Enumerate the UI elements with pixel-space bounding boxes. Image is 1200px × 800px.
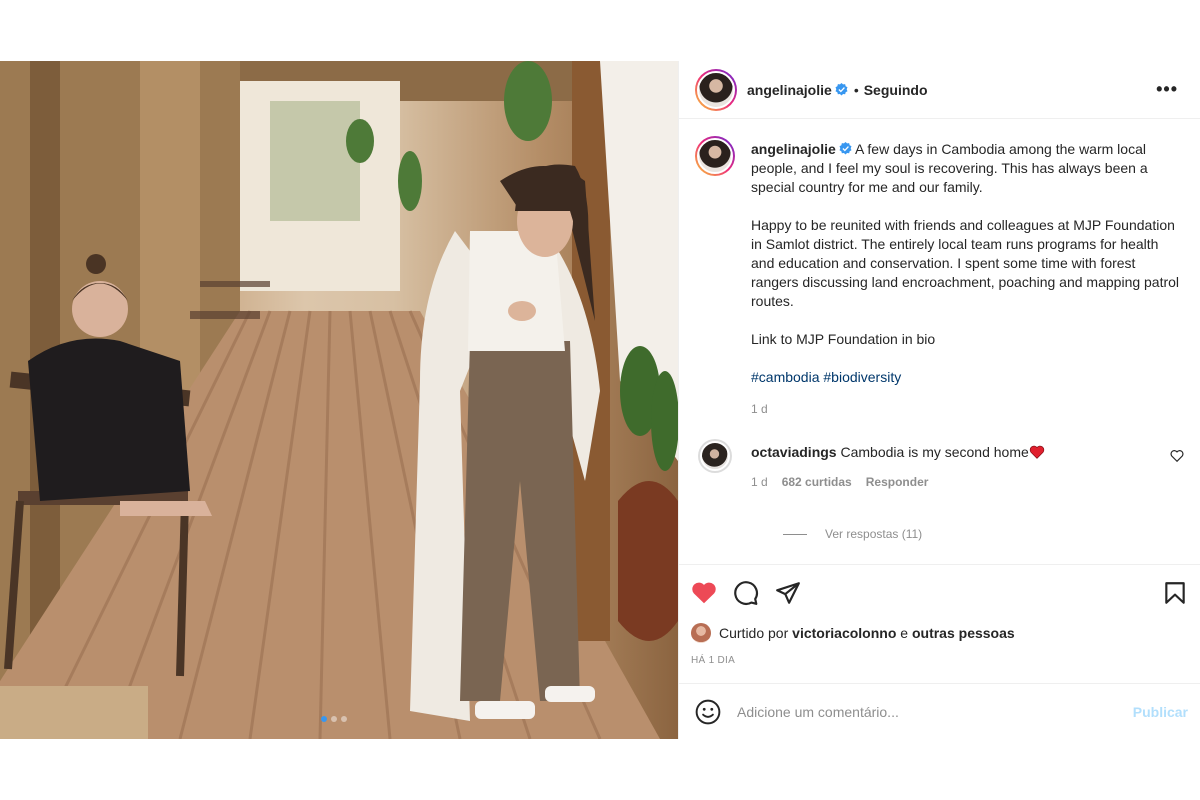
likes-summary: Curtido por victoriacolonno e outras pes… — [691, 623, 1188, 643]
post-actions: Curtido por victoriacolonno e outras pes… — [679, 564, 1200, 666]
post-header: angelinajolie • Seguindo ••• — [679, 61, 1200, 119]
commenter-avatar[interactable] — [698, 439, 732, 473]
caption-paragraph: Happy to be reunited with friends and co… — [751, 217, 1180, 309]
add-comment-bar: Publicar — [679, 683, 1200, 739]
comment-timestamp[interactable]: 1 d — [751, 473, 768, 491]
photo-illustration — [0, 61, 678, 739]
comment-likes-count[interactable]: 682 curtidas — [782, 473, 852, 491]
post-photo[interactable] — [0, 61, 678, 739]
author-avatar[interactable] — [695, 68, 737, 111]
view-replies-button[interactable]: Ver respostas (11) — [783, 527, 1184, 541]
likes-prefix: Curtido por — [719, 625, 789, 641]
liker-username[interactable]: victoriacolonno — [792, 625, 896, 641]
verified-badge-icon — [839, 142, 852, 155]
carousel-dot — [321, 716, 327, 722]
comment-item: octaviadings Cambodia is my second home … — [695, 439, 1184, 491]
more-options-icon[interactable]: ••• — [1150, 79, 1184, 100]
verified-badge-icon — [835, 83, 848, 96]
following-button[interactable]: Seguindo — [864, 82, 928, 98]
caption-author-username[interactable]: angelinajolie — [751, 141, 836, 157]
commenter-username[interactable]: octaviadings — [751, 444, 837, 460]
action-icons — [691, 577, 1188, 609]
comment-like-heart-icon[interactable] — [1170, 449, 1184, 463]
share-icon[interactable] — [775, 580, 801, 606]
post-side-panel: angelinajolie • Seguindo ••• angelinajol… — [678, 61, 1200, 739]
caption-author-avatar[interactable] — [695, 136, 735, 176]
carousel-dot — [331, 716, 337, 722]
header-separator: • — [853, 81, 859, 98]
likes-join: e — [900, 625, 909, 641]
publish-button[interactable]: Publicar — [1133, 704, 1188, 720]
likes-others-link[interactable]: outras pessoas — [912, 625, 1015, 641]
bookmark-icon[interactable] — [1162, 580, 1188, 606]
comment-body: octaviadings Cambodia is my second home … — [751, 443, 1045, 491]
caption-paragraph: Link to MJP Foundation in bio — [751, 331, 936, 347]
comment-text: Cambodia is my second home — [840, 444, 1029, 460]
carousel-indicator — [321, 716, 347, 722]
reply-button[interactable]: Responder — [866, 473, 929, 491]
caption-timestamp[interactable]: 1 d — [751, 400, 1184, 419]
caption-hashtags: #cambodia #biodiversity — [751, 368, 1184, 387]
carousel-dot — [341, 716, 347, 722]
caption-paragraph: angelinajolie A few days in Cambodia amo… — [751, 140, 1184, 197]
caption: angelinajolie A few days in Cambodia amo… — [695, 136, 1184, 419]
view-replies-label: Ver respostas (11) — [825, 527, 923, 541]
hashtag-link[interactable]: #cambodia — [751, 369, 820, 385]
comment-icon[interactable] — [733, 580, 759, 606]
liker-avatar[interactable] — [691, 623, 711, 643]
author-username[interactable]: angelinajolie — [747, 82, 832, 98]
red-heart-emoji-icon — [1029, 445, 1044, 459]
post-date[interactable]: HÁ 1 DIA — [691, 655, 1188, 666]
heart-icon[interactable] — [691, 580, 717, 606]
hashtag-link[interactable]: #biodiversity — [823, 369, 901, 385]
comment-meta: 1 d 682 curtidas Responder — [751, 473, 1045, 491]
caption-body: angelinajolie A few days in Cambodia amo… — [751, 140, 1184, 419]
comments-scroll-area[interactable]: angelinajolie A few days in Cambodia amo… — [679, 120, 1200, 565]
emoji-icon[interactable] — [695, 699, 721, 725]
replies-line — [783, 533, 807, 535]
comment-input[interactable] — [737, 703, 1133, 720]
post-modal: angelinajolie • Seguindo ••• angelinajol… — [0, 61, 1200, 739]
